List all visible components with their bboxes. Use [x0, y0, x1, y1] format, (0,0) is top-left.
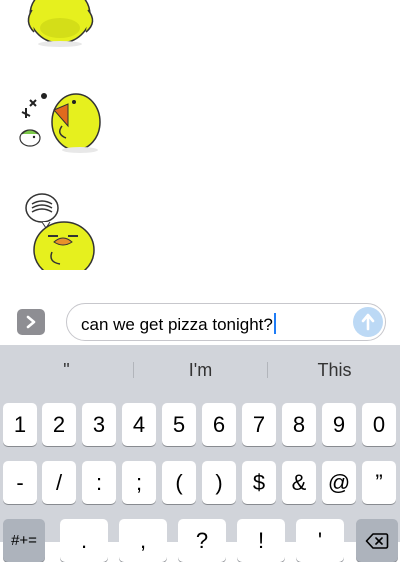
key-question[interactable]: ? — [178, 519, 226, 562]
key-6[interactable]: 6 — [202, 403, 236, 446]
key-at[interactable]: @ — [322, 461, 356, 504]
message-text-field[interactable]: can we get pizza tonight? — [66, 303, 386, 341]
chick-sticker-shouting[interactable] — [18, 86, 108, 154]
key-close-paren[interactable]: ) — [202, 461, 236, 504]
key-dollar[interactable]: $ — [242, 461, 276, 504]
key-colon[interactable]: : — [82, 461, 116, 504]
key-slash[interactable]: / — [42, 461, 76, 504]
delete-key[interactable] — [356, 519, 398, 562]
key-more-symbols[interactable]: #+= — [3, 519, 45, 562]
key-semicolon[interactable]: ; — [122, 461, 156, 504]
text-caret — [273, 313, 276, 334]
key-comma[interactable]: , — [119, 519, 167, 562]
chick-sticker-thinking[interactable] — [20, 190, 100, 270]
key-8[interactable]: 8 — [282, 403, 316, 446]
prediction-3[interactable]: This — [268, 345, 400, 395]
send-button[interactable] — [353, 307, 383, 337]
message-thread — [0, 0, 400, 300]
key-open-paren[interactable]: ( — [162, 461, 196, 504]
key-ampersand[interactable]: & — [282, 461, 316, 504]
key-5[interactable]: 5 — [162, 403, 196, 446]
keyboard: " I'm This 1 2 3 4 5 6 7 8 9 0 - / : ; (… — [0, 345, 400, 562]
prediction-1[interactable]: " — [0, 345, 133, 395]
key-9[interactable]: 9 — [322, 403, 356, 446]
key-2[interactable]: 2 — [42, 403, 76, 446]
backspace-icon — [365, 532, 389, 549]
send-arrow-icon — [361, 313, 375, 331]
predictive-text-bar: " I'm This — [0, 345, 400, 395]
key-apostrophe[interactable]: ' — [296, 519, 344, 562]
prediction-2[interactable]: I'm — [134, 345, 267, 395]
key-4[interactable]: 4 — [122, 403, 156, 446]
key-7[interactable]: 7 — [242, 403, 276, 446]
key-3[interactable]: 3 — [82, 403, 116, 446]
message-input-bar: can we get pizza tonight? — [0, 300, 400, 345]
message-text-value: can we get pizza tonight? — [81, 313, 276, 335]
key-period[interactable]: . — [60, 519, 108, 562]
key-0[interactable]: 0 — [362, 403, 396, 446]
apps-drawer-button[interactable] — [17, 309, 45, 335]
key-exclamation[interactable]: ! — [237, 519, 285, 562]
key-1[interactable]: 1 — [3, 403, 37, 446]
chick-sticker-sitting[interactable] — [22, 0, 102, 50]
key-quote[interactable]: ” — [362, 461, 396, 504]
key-hyphen[interactable]: - — [3, 461, 37, 504]
chevron-right-icon — [26, 315, 36, 329]
